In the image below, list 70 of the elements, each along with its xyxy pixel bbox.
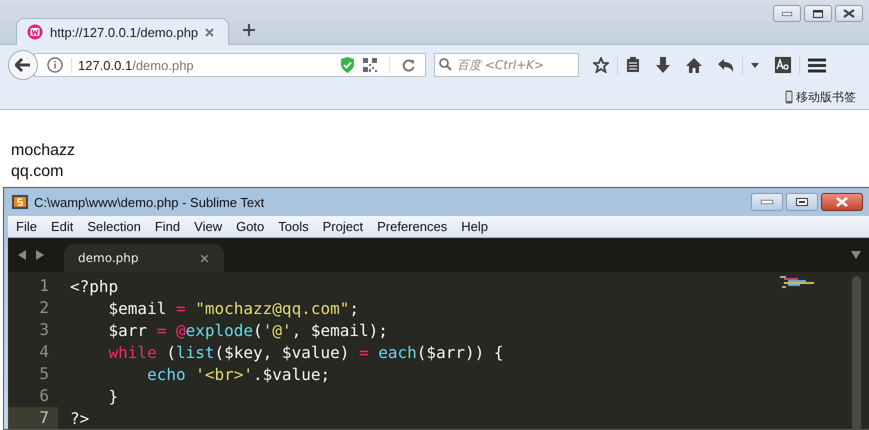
line-number: 4 — [38, 341, 50, 363]
code-line: $arr = @explode('@', $email); — [108, 320, 388, 340]
tab-scroll-icon[interactable] — [18, 250, 44, 260]
phone-icon — [785, 90, 793, 104]
page-text: qq.com — [11, 162, 64, 182]
code-line: $email = "mochazz@qq.com"; — [108, 298, 359, 318]
code-line: echo '<br>'.$value; — [146, 364, 330, 384]
close-button[interactable] — [821, 193, 863, 211]
download-icon[interactable] — [656, 57, 670, 73]
menu-item[interactable]: Preferences — [377, 219, 448, 234]
shield-icon[interactable] — [340, 57, 355, 73]
maximize-icon — [813, 10, 823, 18]
code-line: <?php — [69, 276, 118, 296]
menu-item[interactable]: Project — [322, 219, 364, 234]
menu-item[interactable]: View — [194, 219, 222, 234]
star-icon[interactable] — [593, 57, 609, 73]
line-number: 5 — [38, 363, 50, 385]
window-title: C:\wamp\www\demo.php - Sublime Text — [34, 194, 264, 210]
code-line: while (list($key, $value) = each($arr)) { — [108, 342, 504, 362]
back-button[interactable] — [8, 50, 38, 80]
reader-view-icon[interactable] — [775, 57, 791, 73]
line-number: 3 — [38, 319, 50, 341]
info-icon[interactable] — [47, 57, 63, 73]
home-icon[interactable] — [686, 58, 702, 72]
menu-item[interactable]: Tools — [278, 219, 309, 234]
close-icon — [835, 197, 849, 207]
minimize-icon — [761, 200, 773, 204]
menu-item[interactable]: Find — [154, 219, 180, 234]
maximize-button[interactable] — [804, 5, 832, 22]
tab-title: http://127.0.0.1/demo.php — [50, 24, 198, 40]
menu-item[interactable]: File — [16, 219, 37, 234]
minimize-button[interactable] — [773, 5, 801, 22]
menu-item[interactable]: Goto — [236, 219, 264, 234]
close-icon[interactable] — [205, 28, 214, 36]
code-line: ?> — [69, 408, 90, 428]
close-icon — [843, 9, 855, 18]
menu-item[interactable]: Help — [461, 219, 488, 234]
qr-code-icon[interactable] — [363, 58, 377, 72]
dropdown-icon[interactable] — [751, 62, 759, 68]
reload-icon[interactable] — [402, 58, 415, 72]
back-arrow-icon — [15, 58, 31, 72]
minimize-icon — [782, 12, 792, 16]
file-tab[interactable]: demo.php — [64, 244, 224, 272]
line-number: 6 — [38, 385, 50, 407]
code-line: } — [108, 386, 118, 406]
new-tab-icon[interactable] — [243, 24, 256, 36]
line-number: 2 — [38, 297, 50, 319]
tab-title: demo.php — [78, 251, 138, 265]
menu-item[interactable]: Selection — [87, 219, 141, 234]
clipboard-icon[interactable] — [626, 57, 640, 73]
menu-item[interactable]: Edit — [50, 219, 74, 234]
line-number: 1 — [38, 275, 50, 297]
url-text: 127.0.0.1/demo.php — [71, 58, 332, 72]
undo-icon[interactable] — [718, 58, 734, 72]
bookmark-link[interactable]: 移动版书签 — [796, 88, 856, 106]
dropdown-icon[interactable] — [851, 251, 861, 259]
menu-icon[interactable] — [808, 58, 826, 72]
maximize-icon — [796, 198, 808, 206]
close-icon[interactable] — [201, 254, 208, 262]
browser-tab[interactable]: http://127.0.0.1/demo.php — [16, 18, 230, 45]
address-bar[interactable]: 127.0.0.1/demo.php — [34, 53, 426, 77]
close-button[interactable] — [835, 5, 863, 22]
minimize-button[interactable] — [751, 193, 783, 211]
maximize-button[interactable] — [786, 193, 818, 211]
scrollbar[interactable] — [852, 276, 861, 430]
server-icon — [27, 24, 43, 40]
line-number: 7 — [8, 407, 58, 429]
page-text: mochazz — [11, 141, 76, 161]
search-field[interactable]: 百度 <Ctrl+K> — [434, 53, 579, 77]
app-icon — [12, 195, 28, 209]
